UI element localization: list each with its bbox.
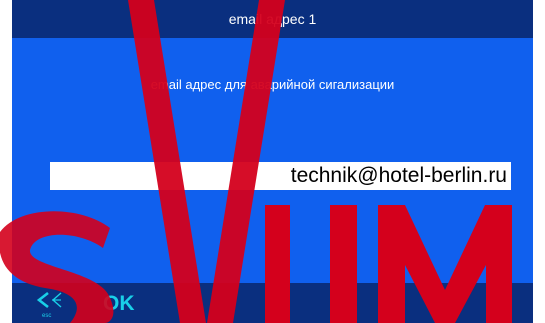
device-screen: email адрес 1 email адрес для аварийной …	[12, 0, 533, 323]
email-field[interactable]	[50, 162, 511, 190]
back-button[interactable]: esc	[36, 286, 64, 322]
bottom-toolbar: esc OK ? help	[12, 283, 533, 323]
field-description: email адрес для аварийной сигализации	[150, 77, 395, 92]
help-button[interactable]: ? help	[490, 285, 511, 321]
help-icon: ?	[496, 285, 511, 312]
window-title: email адрес 1	[12, 0, 533, 38]
help-caption: help	[490, 315, 503, 321]
ok-button[interactable]: OK	[103, 292, 135, 316]
back-caption: esc	[42, 313, 52, 319]
